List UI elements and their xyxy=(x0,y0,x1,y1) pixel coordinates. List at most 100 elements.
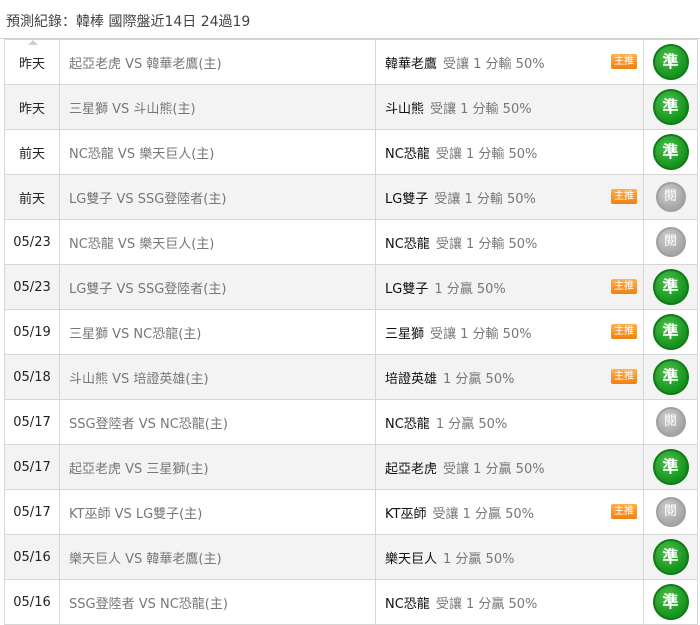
result-push-icon: 閱 xyxy=(655,407,686,437)
pick-team: LG雙子 xyxy=(385,191,429,207)
result-cell: 閱 xyxy=(643,489,698,535)
result-push-icon: 閱 xyxy=(655,182,686,212)
result-win-icon: 準 xyxy=(652,359,689,395)
date-cell: 05/18 xyxy=(4,354,60,400)
pick-cell: 起亞老虎 受讓 1 分贏 50% xyxy=(375,444,644,490)
pick-cell: 三星獅 受讓 1 分輸 50% 主推 xyxy=(375,309,644,355)
result-cell: 準 xyxy=(643,579,698,625)
date-cell: 05/16 xyxy=(4,579,60,625)
pick-handicap: 受讓 1 分贏 50% xyxy=(435,596,538,612)
result-win-icon: 準 xyxy=(652,44,689,80)
result-cell: 準 xyxy=(643,309,698,355)
result-cell: 準 xyxy=(643,39,698,85)
page-title: 預測紀錄：韓棒 國際盤近14日 24過19 xyxy=(6,14,251,30)
pick-cell: 樂天巨人 1 分贏 50% xyxy=(375,534,644,580)
pick-team: 斗山熊 xyxy=(385,101,425,117)
result-win-icon: 準 xyxy=(652,449,689,485)
match-cell[interactable]: SSG登陸者 VS NC恐龍(主) xyxy=(59,579,376,625)
pick-handicap: 受讓 1 分輸 50% xyxy=(435,146,538,162)
date-cell: 前天 xyxy=(4,174,60,220)
pick-team: 韓華老鷹 xyxy=(385,56,438,72)
date-cell: 05/19 xyxy=(4,309,60,355)
pick-team: KT巫師 xyxy=(385,506,427,522)
result-cell: 準 xyxy=(643,534,698,580)
match-cell[interactable]: 起亞老虎 VS 三星獅(主) xyxy=(59,444,376,490)
pick-cell: KT巫師 受讓 1 分贏 50% 主推 xyxy=(375,489,644,535)
pick-handicap: 受讓 1 分輸 50% xyxy=(443,56,545,72)
featured-pick-badge: 主推 xyxy=(611,189,637,204)
match-cell[interactable]: NC恐龍 VS 樂天巨人(主) xyxy=(59,219,376,265)
match-cell[interactable]: 起亞老虎 VS 韓華老鷹(主) xyxy=(59,39,376,85)
result-cell: 閱 xyxy=(643,174,698,220)
result-cell: 準 xyxy=(643,84,698,130)
result-push-icon: 閱 xyxy=(655,227,686,257)
match-cell[interactable]: 三星獅 VS NC恐龍(主) xyxy=(59,309,376,355)
match-cell[interactable]: KT巫師 VS LG雙子(主) xyxy=(59,489,376,535)
result-cell: 準 xyxy=(643,354,698,400)
pick-team: NC恐龍 xyxy=(385,146,430,162)
table-row: 05/17 起亞老虎 VS 三星獅(主) 起亞老虎 受讓 1 分贏 50% 準 xyxy=(4,444,698,490)
date-cell: 05/16 xyxy=(4,534,60,580)
result-cell: 閱 xyxy=(643,399,698,445)
table-row: 05/17 SSG登陸者 VS NC恐龍(主) NC恐龍 1 分贏 50% 閱 xyxy=(4,399,698,445)
prediction-records-table: 昨天 起亞老虎 VS 韓華老鷹(主) 韓華老鷹 受讓 1 分輸 50% 主推準昨天 三星獅… xyxy=(4,39,698,625)
table-row: 05/17 KT巫師 VS LG雙子(主) KT巫師 受讓 1 分贏 50% 主推 閱 xyxy=(4,489,698,535)
pick-team: NC恐龍 xyxy=(385,416,430,432)
table-row: 昨天 三星獅 VS 斗山熊(主) 斗山熊 受讓 1 分輸 50% 準 xyxy=(4,84,698,130)
table-row: 05/16 SSG登陸者 VS NC恐龍(主) NC恐龍 受讓 1 分贏 50% 準 xyxy=(4,579,698,625)
result-win-icon: 準 xyxy=(652,89,689,125)
pick-handicap: 受讓 1 分贏 50% xyxy=(432,506,535,522)
table-row: 05/16 樂天巨人 VS 韓華老鷹(主) 樂天巨人 1 分贏 50% 準 xyxy=(4,534,698,580)
pick-handicap: 1 分贏 50% xyxy=(443,551,515,567)
featured-pick-badge: 主推 xyxy=(611,369,637,384)
pick-cell: NC恐龍 受讓 1 分贏 50% xyxy=(375,579,644,625)
pick-handicap: 受讓 1 分輸 50% xyxy=(435,236,538,252)
result-win-icon: 準 xyxy=(652,269,689,305)
result-win-icon: 準 xyxy=(652,584,689,620)
table-row: 05/23 NC恐龍 VS 樂天巨人(主) NC恐龍 受讓 1 分輸 50% 閱 xyxy=(4,219,698,265)
pick-team: LG雙子 xyxy=(385,281,429,297)
date-cell: 昨天 xyxy=(4,84,60,130)
pick-cell: 培證英雄 1 分贏 50% 主推 xyxy=(375,354,644,400)
pick-cell: NC恐龍 1 分贏 50% xyxy=(375,399,644,445)
pick-handicap: 受讓 1 分輸 50% xyxy=(430,101,532,117)
pick-handicap: 受讓 1 分贏 50% xyxy=(443,461,545,477)
pick-team: 起亞老虎 xyxy=(385,461,438,477)
date-cell: 昨天 xyxy=(4,39,60,85)
tab-pointer-caret xyxy=(28,40,38,45)
table-row: 昨天 起亞老虎 VS 韓華老鷹(主) 韓華老鷹 受讓 1 分輸 50% 主推準 xyxy=(4,39,698,85)
pick-cell: 韓華老鷹 受讓 1 分輸 50% 主推 xyxy=(375,39,644,85)
table-row: 前天 LG雙子 VS SSG登陸者(主) LG雙子 受讓 1 分輸 50% 主推 閱 xyxy=(4,174,698,220)
pick-cell: LG雙子 1 分贏 50% 主推 xyxy=(375,264,644,310)
date-cell: 05/23 xyxy=(4,264,60,310)
pick-team: 三星獅 xyxy=(385,326,425,342)
pick-handicap: 1 分贏 50% xyxy=(443,371,515,387)
match-cell[interactable]: 樂天巨人 VS 韓華老鷹(主) xyxy=(59,534,376,580)
result-win-icon: 準 xyxy=(652,539,689,575)
match-cell[interactable]: LG雙子 VS SSG登陸者(主) xyxy=(59,264,376,310)
table-row: 前天 NC恐龍 VS 樂天巨人(主) NC恐龍 受讓 1 分輸 50% 準 xyxy=(4,129,698,175)
pick-team: NC恐龍 xyxy=(385,596,430,612)
match-cell[interactable]: NC恐龍 VS 樂天巨人(主) xyxy=(59,129,376,175)
featured-pick-badge: 主推 xyxy=(611,324,637,339)
result-cell: 準 xyxy=(643,129,698,175)
match-cell[interactable]: SSG登陸者 VS NC恐龍(主) xyxy=(59,399,376,445)
pick-handicap: 1 分贏 50% xyxy=(435,416,508,432)
table-row: 05/23 LG雙子 VS SSG登陸者(主) LG雙子 1 分贏 50% 主推準 xyxy=(4,264,698,310)
result-cell: 準 xyxy=(643,264,698,310)
pick-handicap: 受讓 1 分輸 50% xyxy=(434,191,536,207)
featured-pick-badge: 主推 xyxy=(611,504,637,519)
pick-handicap: 受讓 1 分輸 50% xyxy=(430,326,532,342)
pick-team: NC恐龍 xyxy=(385,236,430,252)
featured-pick-badge: 主推 xyxy=(611,279,637,294)
records-body: 昨天 起亞老虎 VS 韓華老鷹(主) 韓華老鷹 受讓 1 分輸 50% 主推準昨天 三星獅… xyxy=(4,39,698,625)
match-cell[interactable]: 斗山熊 VS 培證英雄(主) xyxy=(59,354,376,400)
date-cell: 05/17 xyxy=(4,399,60,445)
result-win-icon: 準 xyxy=(652,314,689,350)
pick-team: 培證英雄 xyxy=(385,371,438,387)
date-cell: 前天 xyxy=(4,129,60,175)
match-cell[interactable]: LG雙子 VS SSG登陸者(主) xyxy=(59,174,376,220)
pick-team: 樂天巨人 xyxy=(385,551,438,567)
match-cell[interactable]: 三星獅 VS 斗山熊(主) xyxy=(59,84,376,130)
featured-pick-badge: 主推 xyxy=(611,54,637,69)
